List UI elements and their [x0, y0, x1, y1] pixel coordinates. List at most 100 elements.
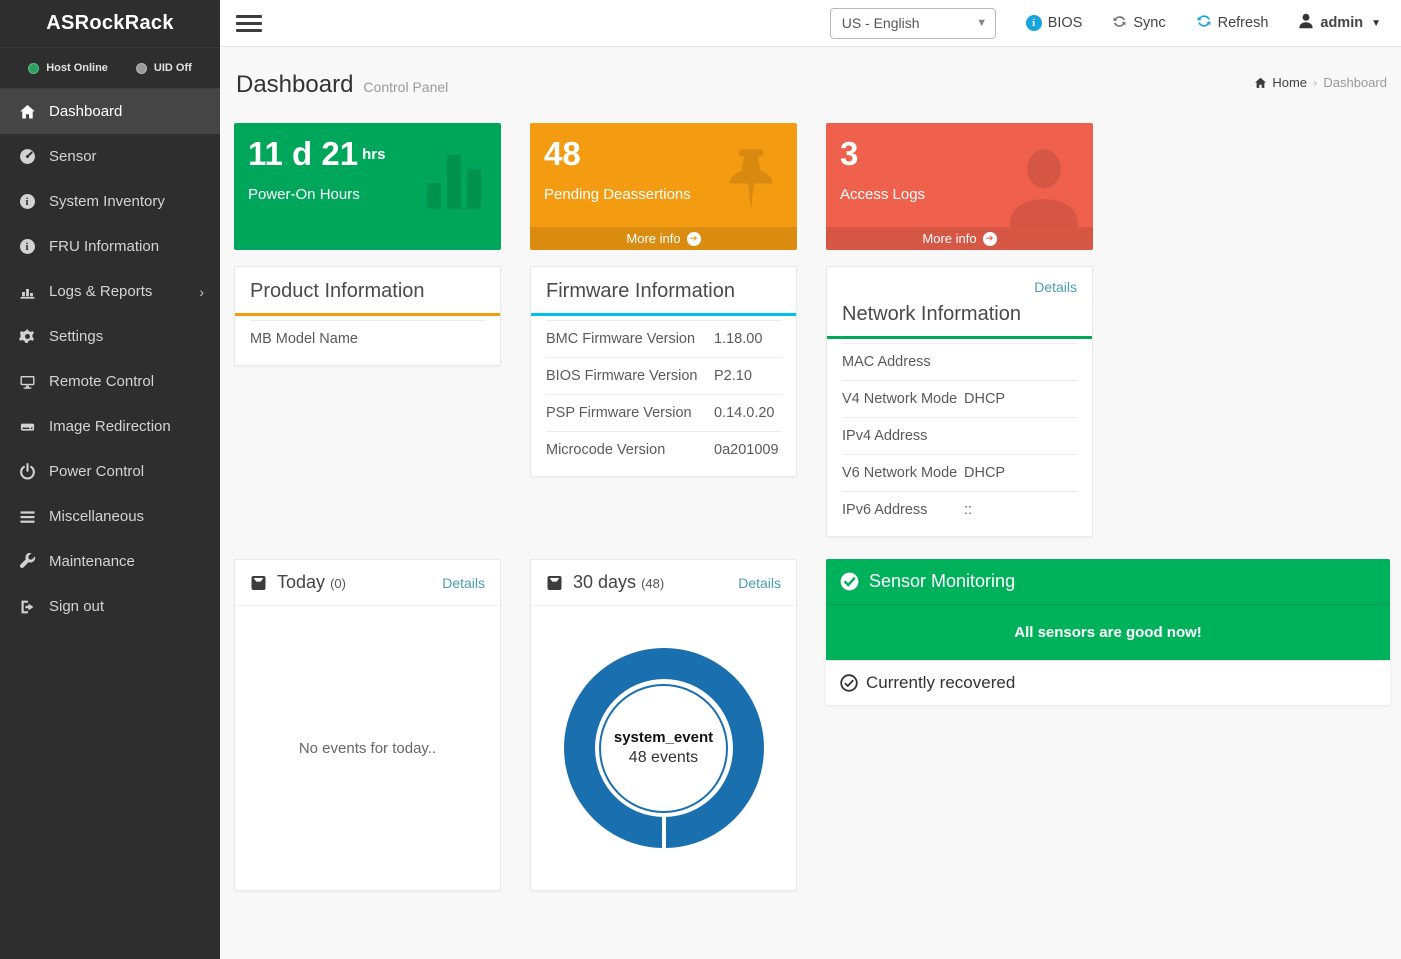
- language-select[interactable]: US - English ▼: [830, 8, 996, 39]
- firmware-information-card: Firmware Information BMC Firmware Versio…: [530, 266, 797, 477]
- network-information-title: Network Information: [827, 297, 1092, 336]
- refresh-button[interactable]: Refresh: [1196, 13, 1269, 33]
- sidebar-item-settings[interactable]: Settings: [0, 314, 220, 359]
- today-count: (0): [330, 576, 346, 591]
- sensor-recovered-label: Currently recovered: [866, 673, 1015, 693]
- sign-out-icon: [16, 599, 38, 615]
- bios-label: BIOS: [1048, 15, 1083, 31]
- sidebar-item-label: Maintenance: [49, 553, 135, 570]
- host-online-status: Host Online: [28, 62, 108, 74]
- gear-icon: [16, 328, 38, 345]
- network-details-link[interactable]: Details: [1034, 279, 1077, 295]
- table-row: V6 Network Mode DHCP: [842, 454, 1077, 491]
- network-information-card: Details Network Information MAC Address …: [826, 266, 1093, 537]
- sidebar-item-remote-control[interactable]: Remote Control: [0, 359, 220, 404]
- app-window: ASRockRack Host Online UID Off Dashboard: [0, 0, 1401, 959]
- sidebar-item-logs-reports[interactable]: Logs & Reports ›: [0, 269, 220, 314]
- sync-icon: [1112, 14, 1127, 33]
- gauge-icon: [16, 148, 38, 165]
- sidebar-item-power-control[interactable]: Power Control: [0, 449, 220, 494]
- sensor-monitoring-header: Sensor Monitoring: [826, 559, 1390, 605]
- sidebar-item-miscellaneous[interactable]: Miscellaneous: [0, 494, 220, 539]
- topbar-controls: US - English ▼ i BIOS Sync: [830, 8, 1381, 39]
- arrow-circle-right-icon: ➔: [983, 232, 997, 246]
- sidebar-item-image-redirection[interactable]: Image Redirection: [0, 404, 220, 449]
- breadcrumb-home-link[interactable]: Home: [1254, 75, 1307, 90]
- access-logs-more-info-link[interactable]: More info ➔: [826, 227, 1093, 250]
- info-icon: i: [16, 239, 38, 254]
- chevron-down-icon: ▼: [969, 17, 995, 29]
- drive-icon: [16, 419, 38, 435]
- sidebar-item-label: Image Redirection: [49, 418, 171, 435]
- sidebar-item-label: Logs & Reports: [49, 283, 152, 300]
- sensor-monitoring-panel: Sensor Monitoring All sensors are good n…: [826, 559, 1390, 705]
- chevron-down-icon: ▼: [1371, 18, 1381, 29]
- deassertions-value: 48: [544, 136, 783, 172]
- user-label: admin: [1320, 15, 1363, 31]
- power-icon: [16, 463, 38, 480]
- table-row: Microcode Version 0a201009: [546, 431, 781, 468]
- power-on-hours-card: 11 d 21hrs Power-On Hours: [234, 123, 501, 250]
- table-row: IPv4 Address: [842, 417, 1077, 454]
- month-count: (48): [641, 576, 664, 591]
- user-menu[interactable]: admin ▼: [1298, 13, 1381, 33]
- table-row: V4 Network Mode DHCP: [842, 380, 1077, 417]
- today-details-link[interactable]: Details: [442, 575, 485, 591]
- sidebar-item-system-inventory[interactable]: i System Inventory: [0, 179, 220, 224]
- sidebar-item-label: Dashboard: [49, 103, 122, 120]
- table-row: PSP Firmware Version 0.14.0.20: [546, 394, 781, 431]
- sidebar-item-dashboard[interactable]: Dashboard: [0, 89, 220, 134]
- access-logs-card: 3 Access Logs More info ➔: [826, 123, 1093, 250]
- sidebar-item-label: FRU Information: [49, 238, 159, 255]
- today-title: Today (0): [277, 572, 346, 593]
- sidebar-nav: Dashboard Sensor i System Inventory i FR…: [0, 89, 220, 629]
- sidebar-item-label: Sign out: [49, 598, 104, 615]
- donut-slice-gap: [662, 816, 666, 850]
- sidebar-item-maintenance[interactable]: Maintenance: [0, 539, 220, 584]
- chevron-right-icon: ›: [199, 284, 204, 300]
- check-circle-outline-icon: [840, 674, 858, 692]
- page-title: Dashboard: [236, 71, 353, 99]
- breadcrumb-separator: ›: [1313, 75, 1317, 90]
- sync-label: Sync: [1133, 15, 1165, 31]
- table-row: BMC Firmware Version 1.18.00: [546, 320, 781, 357]
- check-circle-icon: [840, 572, 859, 591]
- month-title: 30 days (48): [573, 572, 664, 593]
- inbox-icon: [250, 575, 267, 591]
- sidebar-item-label: Settings: [49, 328, 103, 345]
- table-row: BIOS Firmware Version P2.10: [546, 357, 781, 394]
- power-on-value: 11 d 21: [248, 135, 358, 172]
- sensor-recovered-row: Currently recovered: [826, 660, 1390, 705]
- firmware-information-title: Firmware Information: [531, 267, 796, 313]
- events-donut-chart[interactable]: system_event 48 events: [564, 648, 764, 848]
- sidebar-item-sensor[interactable]: Sensor: [0, 134, 220, 179]
- table-row: IPv6 Address ::: [842, 491, 1077, 528]
- page-header: Dashboard Control Panel: [234, 47, 1401, 113]
- language-value: US - English: [831, 15, 969, 31]
- sidebar-item-label: Miscellaneous: [49, 508, 144, 525]
- sync-button[interactable]: Sync: [1112, 14, 1165, 33]
- month-events-card: 30 days (48) Details system_event 48 eve…: [530, 559, 797, 891]
- table-row: MB Model Name: [250, 320, 485, 357]
- donut-hole: system_event 48 events: [595, 679, 733, 817]
- breadcrumb-current: Dashboard: [1323, 75, 1387, 90]
- month-details-link[interactable]: Details: [738, 575, 781, 591]
- user-icon: [1298, 13, 1314, 33]
- topbar: US - English ▼ i BIOS Sync: [220, 0, 1401, 47]
- sensor-status-message: All sensors are good now!: [826, 605, 1390, 660]
- home-icon: [16, 104, 38, 120]
- no-events-message: No events for today..: [299, 740, 436, 757]
- sidebar-item-sign-out[interactable]: Sign out: [0, 584, 220, 629]
- host-online-icon: [28, 63, 39, 74]
- sidebar-item-label: Sensor: [49, 148, 97, 165]
- sidebar-item-fru-information[interactable]: i FRU Information: [0, 224, 220, 269]
- power-on-label: Power-On Hours: [248, 186, 487, 203]
- deassertions-more-info-link[interactable]: More info ➔: [530, 227, 797, 250]
- product-information-title: Product Information: [235, 267, 500, 313]
- sidebar-toggle-button[interactable]: [236, 11, 262, 36]
- bars-icon: [16, 510, 38, 524]
- bios-button[interactable]: i BIOS: [1026, 15, 1083, 31]
- inbox-icon: [546, 575, 563, 591]
- info-icon: i: [16, 194, 38, 209]
- today-events-card: Today (0) Details No events for today..: [234, 559, 501, 891]
